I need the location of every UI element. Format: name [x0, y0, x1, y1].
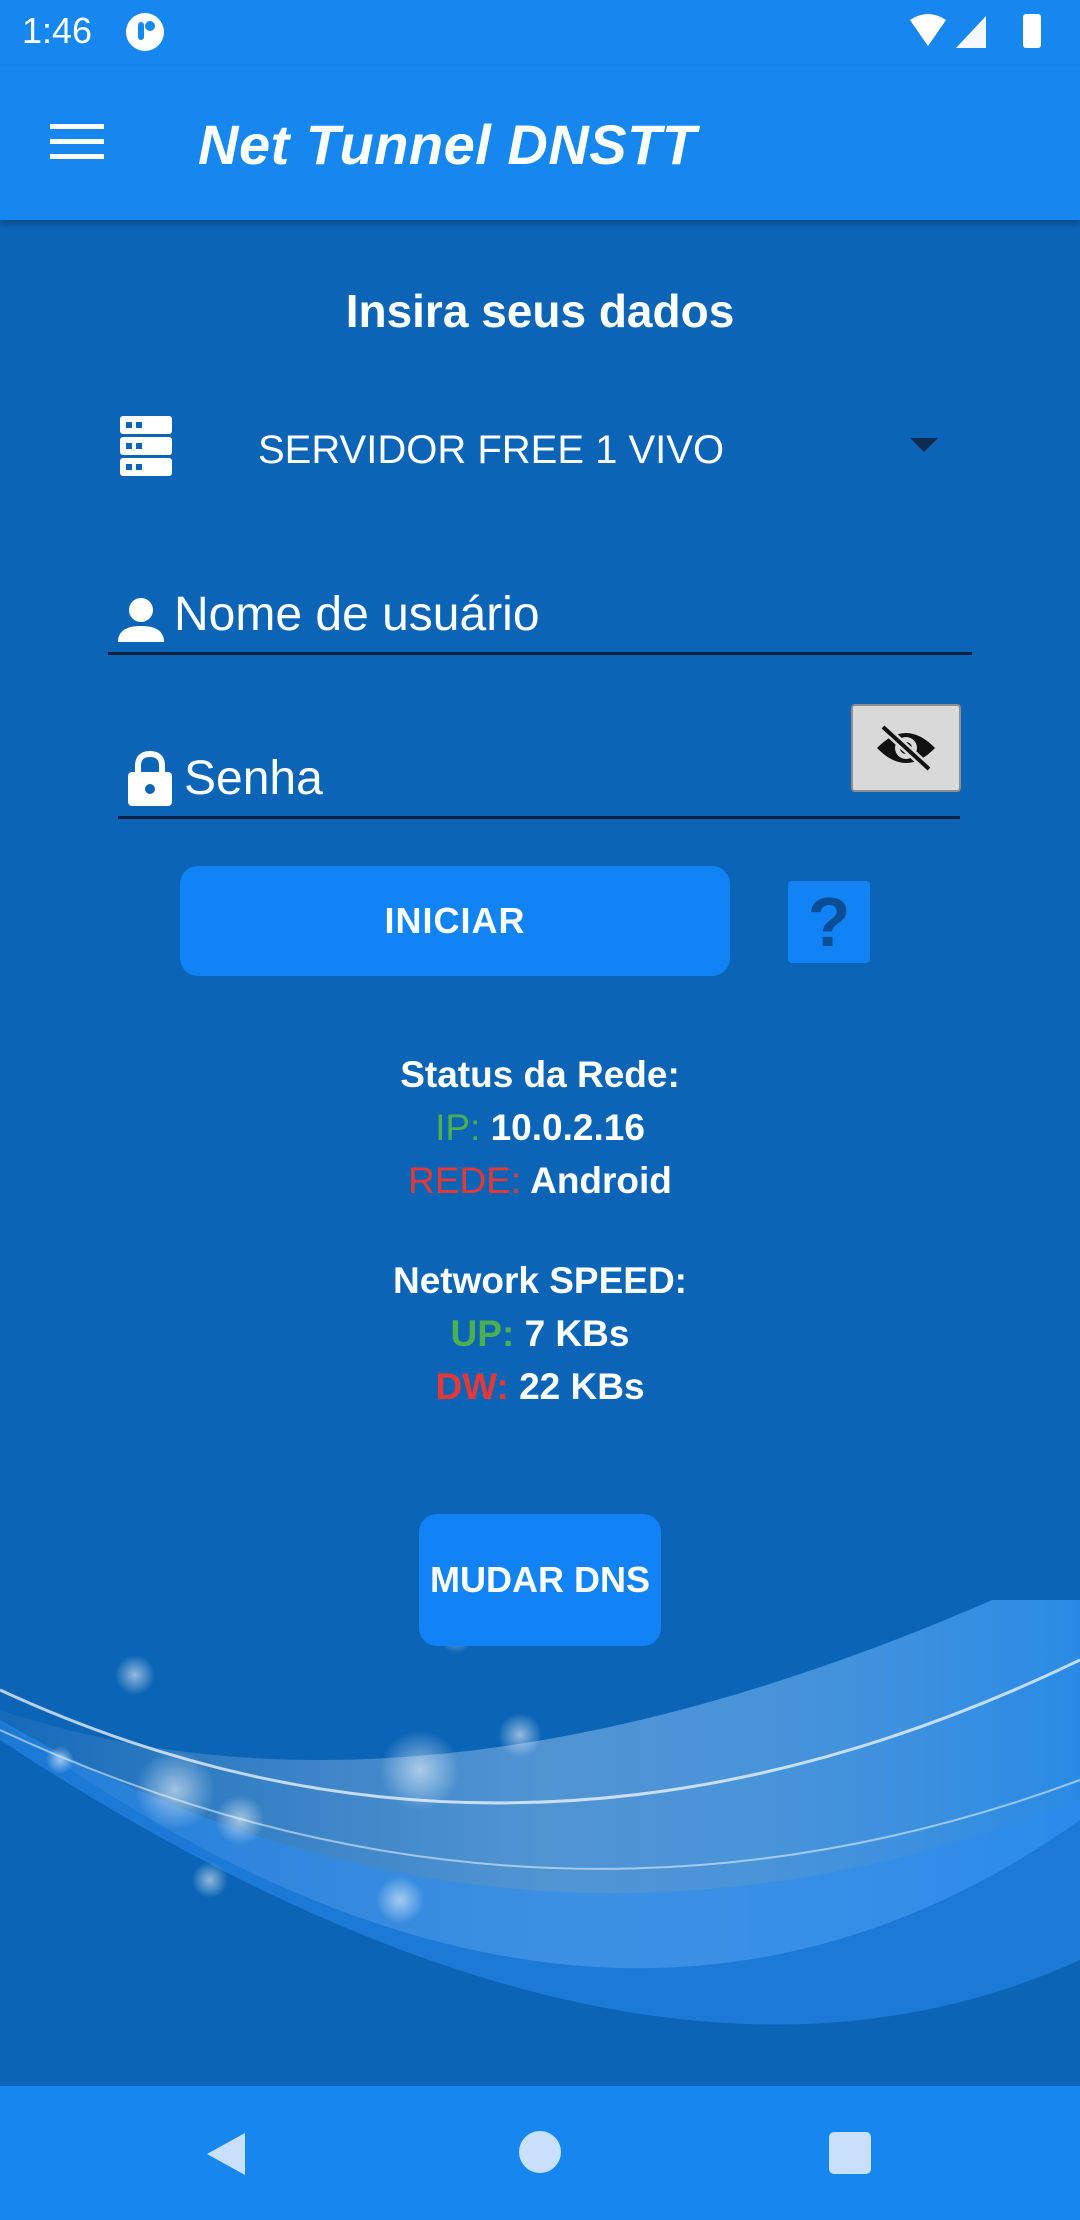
signal-icon — [956, 16, 986, 48]
status-bar: 1:46 — [0, 0, 1080, 66]
person-icon — [118, 598, 164, 642]
upload-value: 7 KBs — [524, 1313, 630, 1354]
lock-icon — [128, 750, 172, 806]
network-speed-title: Network SPEED: — [392, 1260, 687, 1301]
status-icons — [910, 14, 1041, 48]
back-triangle-icon[interactable] — [205, 2131, 247, 2177]
help-button[interactable]: ? — [788, 881, 870, 963]
password-input[interactable] — [184, 748, 784, 808]
upload-label: UP: — [450, 1313, 515, 1354]
status-time: 1:46 — [22, 10, 93, 51]
background-wave-decoration — [0, 1600, 1080, 2025]
server-select[interactable]: SERVIDOR FREE 1 VIVO — [118, 410, 948, 490]
home-circle-icon[interactable] — [519, 2131, 561, 2173]
app-title: Net Tunnel DNSTT — [198, 113, 697, 176]
download-value: 22 KBs — [519, 1366, 645, 1407]
wifi-icon — [910, 14, 946, 46]
username-field[interactable] — [108, 578, 972, 655]
dropdown-arrow-icon — [910, 438, 938, 452]
eye-off-icon — [877, 723, 935, 773]
ip-value: 10.0.2.16 — [490, 1107, 645, 1148]
server-selected-value: SERVIDOR FREE 1 VIVO — [258, 428, 725, 472]
server-icon — [120, 416, 172, 476]
form-heading: Insira seus dados — [345, 285, 735, 337]
recents-square-icon[interactable] — [829, 2132, 871, 2174]
change-dns-button[interactable]: MUDAR DNS — [419, 1514, 661, 1646]
upload-row: UP: 7 KBs — [0, 1313, 1080, 1355]
system-navigation-bar — [0, 2086, 1080, 2220]
download-row: DW: 22 KBs — [0, 1366, 1080, 1408]
hamburger-menu-icon[interactable] — [50, 122, 104, 162]
app-bar: Net Tunnel DNSTT — [0, 66, 1080, 220]
main-content: Insira seus dados SERVIDOR FREE 1 VIVO N… — [0, 220, 1080, 2086]
network-label: REDE: — [408, 1160, 522, 1201]
password-field[interactable] — [118, 742, 960, 819]
network-row: REDE: Android — [0, 1160, 1080, 1202]
ip-row: IP: 10.0.2.16 — [0, 1107, 1080, 1149]
toggle-password-visibility-button[interactable] — [851, 704, 961, 792]
ip-label: IP: — [435, 1107, 481, 1148]
username-input[interactable] — [174, 584, 774, 644]
network-status-title: Status da Rede: — [400, 1054, 680, 1095]
start-button[interactable]: INICIAR — [180, 866, 730, 976]
network-value: Android — [530, 1160, 672, 1201]
battery-icon — [1023, 14, 1041, 48]
notification-app-icon — [126, 13, 164, 51]
download-label: DW: — [435, 1366, 509, 1407]
